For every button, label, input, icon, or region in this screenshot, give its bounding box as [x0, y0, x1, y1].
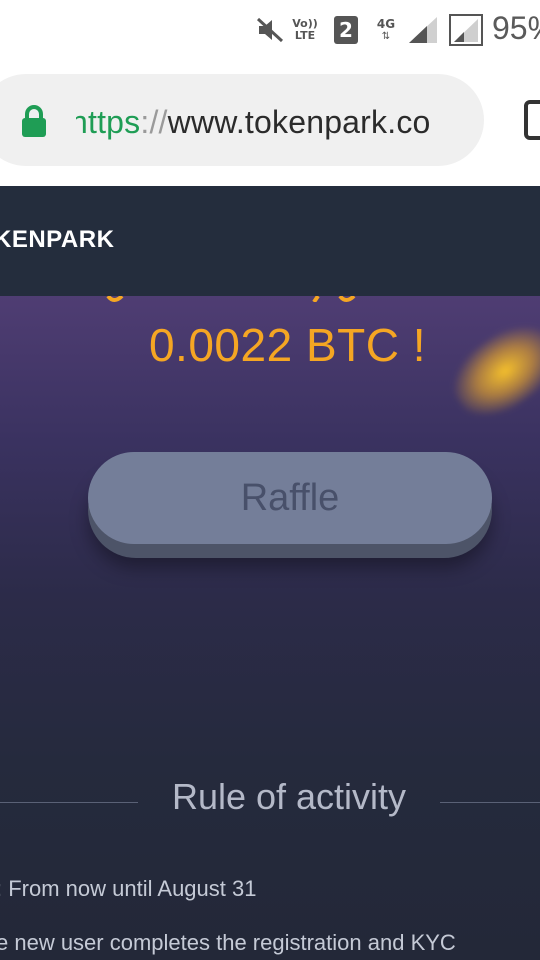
4g-label: 4G	[376, 17, 396, 31]
data-arrows-icon: ⇅	[381, 31, 391, 42]
signal-icon	[406, 14, 440, 46]
4g-data-icon: 4G ⇅	[372, 14, 400, 46]
volte-icon: Vo)) LTE	[290, 14, 320, 46]
rule-line-1: : From now until August 31	[0, 876, 257, 901]
rules-title: Rule of activity	[171, 776, 407, 817]
rule-line-2: e new user completes the registration an…	[0, 930, 456, 955]
cut-off-text-remnant	[106, 296, 356, 302]
site-logo[interactable]: KENPARK	[0, 226, 114, 254]
lte-label: LTE	[294, 29, 316, 42]
url-scheme: https	[70, 104, 141, 140]
battery-percent: 95%	[492, 10, 540, 46]
tabs-icon[interactable]	[524, 100, 540, 140]
mute-icon	[254, 14, 286, 46]
browser-toolbar: https://www.tokenpark.co	[0, 60, 540, 186]
status-bar: Vo)) LTE 2 4G ⇅ 95%	[0, 0, 540, 60]
main-content: 0.0022 BTC ! Raffle Rule of activity : F…	[0, 296, 540, 960]
sim-badge: 2	[339, 18, 353, 42]
url-host: www.tokenpark.co	[167, 104, 431, 140]
divider-right	[440, 802, 540, 803]
lock-icon[interactable]	[20, 104, 48, 138]
url-separator: ://	[140, 104, 168, 140]
signal-icon-2	[448, 14, 484, 46]
site-header: KENPARK	[0, 186, 540, 296]
raffle-button[interactable]: Raffle	[88, 452, 492, 544]
url-text[interactable]: https://www.tokenpark.co	[70, 102, 431, 142]
sim-icon: 2	[334, 16, 358, 44]
